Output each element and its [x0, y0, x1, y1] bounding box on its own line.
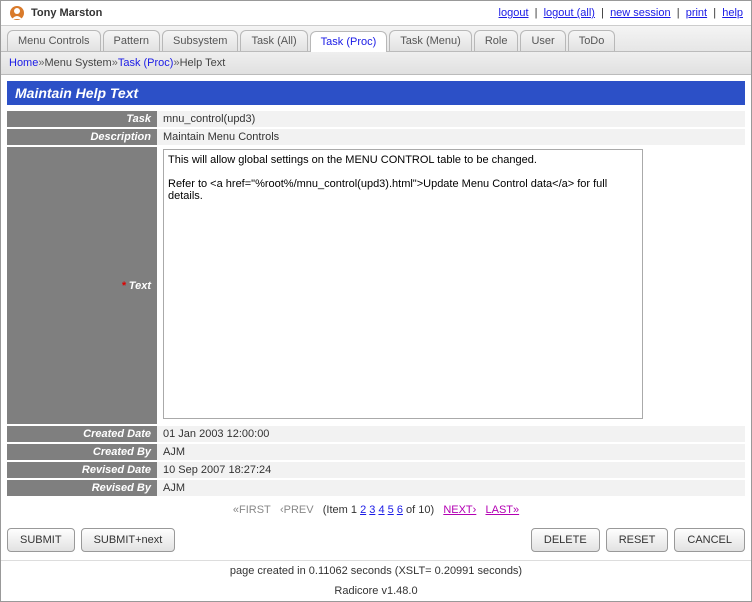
tab-task-menu[interactable]: Task (Menu) — [389, 30, 472, 51]
logout-link[interactable]: logout — [499, 7, 529, 19]
header-links: logout | logout (all) | new session | pr… — [499, 7, 743, 19]
label-text: *Text — [7, 146, 157, 425]
page-title: Maintain Help Text — [7, 81, 745, 105]
label-description: Description — [7, 128, 157, 146]
tab-pattern[interactable]: Pattern — [103, 30, 160, 51]
user-name: Tony Marston — [31, 7, 102, 19]
delete-button[interactable]: DELETE — [531, 528, 600, 552]
pager-first: «FIRST — [233, 504, 271, 516]
reset-button[interactable]: RESET — [606, 528, 669, 552]
tab-bar: Menu Controls Pattern Subsystem Task (Al… — [1, 26, 751, 52]
help-link[interactable]: help — [722, 7, 743, 19]
logout-all-link[interactable]: logout (all) — [544, 7, 595, 19]
new-session-link[interactable]: new session — [610, 7, 671, 19]
cancel-button[interactable]: CANCEL — [674, 528, 745, 552]
tab-task-all[interactable]: Task (All) — [240, 30, 307, 51]
crumb-menu-system: Menu System — [44, 57, 111, 69]
required-star-icon: * — [122, 280, 126, 292]
print-link[interactable]: print — [686, 7, 707, 19]
crumb-help-text: Help Text — [180, 57, 226, 69]
crumb-home[interactable]: Home — [9, 57, 38, 69]
pager-item-prefix: (Item — [323, 504, 351, 516]
tab-user[interactable]: User — [520, 30, 565, 51]
submit-next-button[interactable]: SUBMIT+next — [81, 528, 176, 552]
pager-page-4[interactable]: 4 — [378, 504, 384, 516]
value-description: Maintain Menu Controls — [157, 128, 745, 146]
pager-item-suffix: of 10) — [406, 504, 434, 516]
pager-page-3[interactable]: 3 — [369, 504, 375, 516]
form-table: Task mnu_control(upd3) Description Maint… — [7, 111, 745, 498]
pager-page-6[interactable]: 6 — [397, 504, 403, 516]
text-input[interactable] — [163, 149, 643, 419]
label-revised-by: Revised By — [7, 479, 157, 497]
tab-role[interactable]: Role — [474, 30, 519, 51]
pager-current: 1 — [351, 504, 357, 516]
value-revised-date: 10 Sep 2007 18:27:24 — [157, 461, 745, 479]
tab-todo[interactable]: ToDo — [568, 30, 616, 51]
action-row: SUBMIT SUBMIT+next DELETE RESET CANCEL — [1, 524, 751, 560]
submit-button[interactable]: SUBMIT — [7, 528, 75, 552]
label-created-by: Created By — [7, 443, 157, 461]
app-icon — [9, 5, 25, 21]
label-task: Task — [7, 111, 157, 128]
label-revised-date: Revised Date — [7, 461, 157, 479]
pager-last[interactable]: LAST» — [485, 504, 519, 516]
tab-task-proc[interactable]: Task (Proc) — [310, 31, 388, 52]
breadcrumb: Home»Menu System»Task (Proc)»Help Text — [1, 52, 751, 75]
pager-page-5[interactable]: 5 — [388, 504, 394, 516]
pager-page-2[interactable]: 2 — [360, 504, 366, 516]
pager-prev: ‹PREV — [280, 504, 314, 516]
tab-menu-controls[interactable]: Menu Controls — [7, 30, 101, 51]
pager-next[interactable]: NEXT› — [443, 504, 476, 516]
footer-version: Radicore v1.48.0 — [1, 581, 751, 601]
top-bar: Tony Marston logout | logout (all) | new… — [1, 1, 751, 26]
value-revised-by: AJM — [157, 479, 745, 497]
pagination: «FIRST ‹PREV (Item 1 2 3 4 5 6 of 10) NE… — [7, 498, 745, 518]
tab-subsystem[interactable]: Subsystem — [162, 30, 238, 51]
crumb-task-proc[interactable]: Task (Proc) — [118, 57, 174, 69]
value-created-by: AJM — [157, 443, 745, 461]
value-created-date: 01 Jan 2003 12:00:00 — [157, 425, 745, 443]
value-task: mnu_control(upd3) — [157, 111, 745, 128]
label-created-date: Created Date — [7, 425, 157, 443]
